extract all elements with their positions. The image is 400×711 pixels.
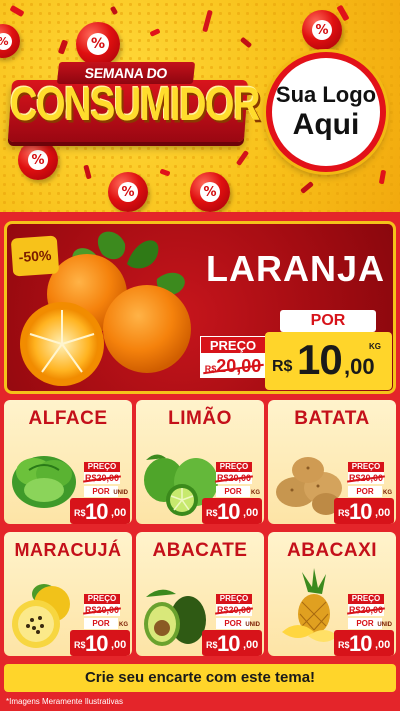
product-card-maracuja[interactable]: MARACUJÁ PREÇO R$20,00 POR R$ 10 ,00 KG <box>4 532 132 656</box>
product-card-alface[interactable]: ALFACE PREÇO R$20,00 POR R$ 10 ,00 UNID <box>4 400 132 524</box>
preco-label: PREÇO <box>216 594 252 604</box>
product-price: R$ 10 ,00 UNID <box>334 622 394 656</box>
percent-ball-icon: % <box>76 22 120 66</box>
header-banner: % % % % % % CONSUMIDOR SEMANA DO Sua Log… <box>0 0 400 215</box>
old-price: R$20,00 <box>348 604 384 616</box>
price-decimal: ,00 <box>344 354 375 379</box>
por-label: POR <box>348 486 382 497</box>
price-integer: 10 <box>297 336 343 383</box>
title-main-text: CONSUMIDOR <box>10 78 260 132</box>
product-card-abacaxi[interactable]: ABACAXI PREÇO R$20,00 POR R$ 10 ,00 UNID <box>268 532 396 656</box>
old-price-value: R$20,00 <box>205 354 262 381</box>
percent-ball-icon: % <box>190 172 230 212</box>
logo-line2: Aqui <box>292 108 360 141</box>
price-unit: KG <box>369 342 381 351</box>
preco-label: PREÇO <box>200 336 266 354</box>
preco-label: PREÇO <box>84 594 120 604</box>
discount-badge: -50% <box>10 235 60 277</box>
currency-symbol: R$ <box>272 358 293 375</box>
old-price: R$20,00 <box>216 604 252 616</box>
logo-line1: Sua Logo <box>275 82 377 107</box>
product-price: R$ 10 ,00 UNID <box>70 490 130 524</box>
preco-label: PREÇO <box>216 462 252 472</box>
product-price: R$ 10 ,00 KG <box>334 490 394 524</box>
hero-product-name: LARANJA <box>206 248 386 289</box>
percent-ball-icon: % <box>302 10 342 50</box>
percent-ball-icon: % <box>108 172 148 212</box>
old-price: R$20,00 <box>84 604 120 616</box>
preco-label: PREÇO <box>348 594 384 604</box>
disclaimer-text: *Imagens Meramente Ilustrativas <box>6 697 123 706</box>
hero-old-price-tag: PREÇO R$20,00 <box>200 336 266 378</box>
old-price: R$20,00 <box>200 354 266 378</box>
product-card-limao[interactable]: LIMÃO PREÇO R$20,00 POR R$ 10 ,00 KG <box>136 400 264 524</box>
old-price: R$20,00 <box>84 472 120 484</box>
cta-banner[interactable]: Crie seu encarte com este tema! <box>4 664 396 692</box>
preco-label: PREÇO <box>348 462 384 472</box>
campaign-title: CONSUMIDOR SEMANA DO <box>7 62 260 152</box>
por-label: POR <box>280 310 376 332</box>
product-card-batata[interactable]: BATATA PREÇO R$20,00 POR R$ 10 ,00 KG <box>268 400 396 524</box>
product-price: R$ 10 ,00 KG <box>70 622 130 656</box>
hero-price: R$ 10 ,00 KG <box>265 332 392 390</box>
old-price: R$20,00 <box>216 472 252 484</box>
por-label: POR <box>216 486 250 497</box>
logo-placeholder[interactable]: Sua Logo Aqui <box>266 52 386 172</box>
product-card-abacate[interactable]: ABACATE PREÇO R$20,00 POR R$ 10 ,00 UNID <box>136 532 264 656</box>
product-price: R$ 10 ,00 KG <box>202 490 262 524</box>
por-label: POR <box>84 618 118 629</box>
product-price: R$ 10 ,00 UNID <box>202 622 262 656</box>
old-price: R$20,00 <box>348 472 384 484</box>
title-top-text: SEMANA DO <box>56 62 196 84</box>
preco-label: PREÇO <box>84 462 120 472</box>
